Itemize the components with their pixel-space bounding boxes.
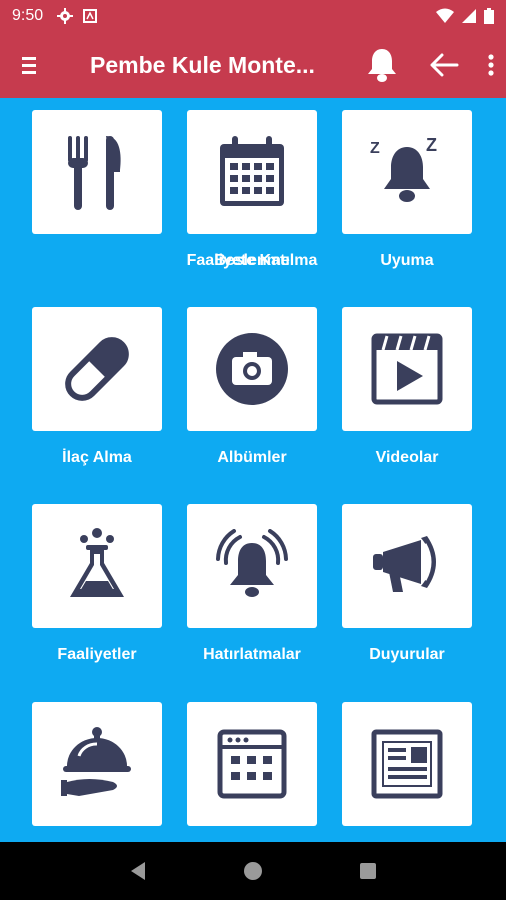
tile-label-videolar: Videolar xyxy=(375,449,439,466)
newspaper-icon xyxy=(371,729,443,799)
nav-back-icon[interactable] xyxy=(127,860,149,882)
more-vertical-icon xyxy=(488,54,494,76)
status-time: 9:50 xyxy=(12,7,44,24)
nav-recents-icon[interactable] xyxy=(357,860,379,882)
menu-grid: Beslenme Faaliyete Katılma ZZ Uyuma İlaç… xyxy=(0,98,506,842)
tile-duyurular[interactable] xyxy=(342,504,472,628)
tile-label-faaliyete-katilma: Faaliyete Katılma xyxy=(186,252,318,269)
battery-icon xyxy=(484,8,494,24)
tile-menu-service[interactable] xyxy=(32,702,162,826)
wifi-icon xyxy=(436,8,454,23)
settings-icon xyxy=(57,8,74,24)
page-title: Pembe Kule Monte... xyxy=(90,51,315,78)
tile-label-faaliyetler: Faaliyetler xyxy=(57,646,137,663)
alarm-bell-icon xyxy=(216,529,288,597)
notifications-button[interactable] xyxy=(352,32,412,98)
tile-faaliyetler[interactable] xyxy=(32,504,162,628)
megaphone-icon xyxy=(373,536,436,592)
status-bar: 9:50 xyxy=(0,0,506,32)
sleep-bell-icon: ZZ xyxy=(370,135,437,202)
menu-button[interactable] xyxy=(0,32,60,98)
camera-icon xyxy=(216,333,288,405)
tile-beslenme[interactable] xyxy=(32,110,162,234)
video-clapper-icon xyxy=(371,333,443,405)
tile-label-albumler: Albümler xyxy=(217,449,287,466)
tile-label-ilac-alma: İlaç Alma xyxy=(62,449,132,466)
bell-icon xyxy=(368,49,396,82)
svg-text:Z: Z xyxy=(370,140,380,157)
serving-tray-icon xyxy=(61,727,131,796)
cutlery-icon xyxy=(68,136,121,210)
tile-ilac-alma[interactable] xyxy=(32,307,162,431)
flask-icon xyxy=(70,528,124,597)
nav-home-icon[interactable] xyxy=(242,860,264,882)
system-nav-bar xyxy=(0,842,506,900)
tile-hatirlatmalar[interactable] xyxy=(187,504,317,628)
tile-albumler[interactable] xyxy=(187,307,317,431)
tile-videolar[interactable] xyxy=(342,307,472,431)
tile-label-uyuma: Uyuma xyxy=(380,252,434,269)
signal-icon xyxy=(462,9,476,23)
menu-icon xyxy=(22,57,36,74)
schedule-grid-icon xyxy=(217,729,287,799)
svg-text:Z: Z xyxy=(426,135,437,155)
back-button[interactable] xyxy=(412,32,476,98)
overflow-menu-button[interactable] xyxy=(476,32,506,98)
app-bar: Pembe Kule Monte... xyxy=(0,32,506,98)
tile-faaliyete-katilma[interactable] xyxy=(187,110,317,234)
tile-label-hatirlatmalar: Hatırlatmalar xyxy=(203,646,301,663)
tile-uyuma[interactable]: ZZ xyxy=(342,110,472,234)
calendar-icon xyxy=(220,136,284,206)
tile-schedule[interactable] xyxy=(187,702,317,826)
app-notification-icon xyxy=(83,9,98,23)
tile-newsletter[interactable] xyxy=(342,702,472,826)
tile-label-duyurular: Duyurular xyxy=(369,646,445,663)
arrow-left-icon xyxy=(430,53,459,77)
pill-icon xyxy=(65,337,129,401)
